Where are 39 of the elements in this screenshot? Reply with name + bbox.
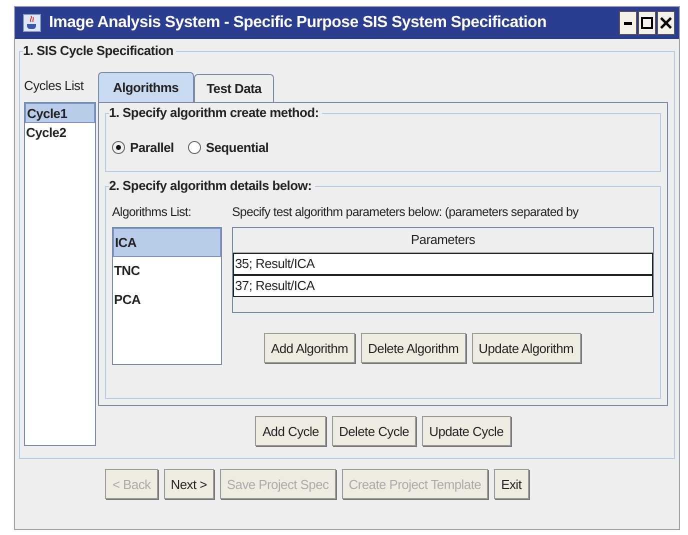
window-title: Image Analysis System - Specific Purpose SIS System Specification <box>49 14 548 32</box>
group-title: 1. Specify algorithm create method: <box>109 105 322 120</box>
radio-button[interactable] <box>112 141 125 154</box>
maximize-icon <box>641 17 653 29</box>
cycles-list[interactable]: Cycle1 Cycle2 <box>24 102 96 446</box>
algorithm-list-item[interactable]: ICA <box>113 228 221 257</box>
table-cell[interactable]: 37; Result/ICA <box>233 275 653 297</box>
radio-option[interactable]: Sequential <box>188 140 269 155</box>
parameters-instruction: Specify test algorithm parameters below: (parameters separated by <box>232 205 580 219</box>
radio-option[interactable]: Parallel <box>112 140 174 155</box>
algorithm-action-button[interactable]: Add Algorithm <box>264 333 356 363</box>
minimize-button[interactable] <box>619 11 637 35</box>
radio-label: Sequential <box>206 140 269 155</box>
group-title: 2. Specify algorithm details below: <box>109 178 315 193</box>
minimize-icon <box>624 22 632 24</box>
wizard-button[interactable]: Next > <box>164 469 214 499</box>
cycles-list-label: Cycles List <box>24 77 85 95</box>
table-cell[interactable]: 35; Result/ICA <box>233 253 653 275</box>
algorithms-list-label: Algorithms List: <box>112 205 192 219</box>
tab[interactable]: Algorithms <box>98 72 194 102</box>
cycle-action-button[interactable]: Add Cycle <box>255 416 326 446</box>
algorithm-action-button[interactable]: Delete Algorithm <box>361 333 466 363</box>
radio-button[interactable] <box>188 141 201 154</box>
maximize-button[interactable] <box>638 11 656 35</box>
algorithm-list-item[interactable]: PCA <box>113 286 221 315</box>
tab[interactable]: Test Data <box>194 74 274 102</box>
radio-label: Parallel <box>130 140 174 155</box>
close-button[interactable] <box>657 11 675 35</box>
algorithm-list-item[interactable]: TNC <box>113 257 221 286</box>
group-title: 1. SIS Cycle Specification <box>23 43 176 58</box>
algorithms-list[interactable]: ICA TNC PCA <box>112 227 222 365</box>
cycle-action-button[interactable]: Update Cycle <box>422 416 511 446</box>
coffee-cup-icon <box>23 14 41 32</box>
algorithm-action-button[interactable]: Update Algorithm <box>472 333 581 363</box>
cycle-list-item[interactable]: Cycle1 <box>25 103 95 123</box>
wizard-button[interactable]: Exit <box>494 469 529 499</box>
cycle-list-item[interactable]: Cycle2 <box>25 123 95 143</box>
close-icon <box>660 17 672 29</box>
cycle-action-button[interactable]: Delete Cycle <box>332 416 416 446</box>
